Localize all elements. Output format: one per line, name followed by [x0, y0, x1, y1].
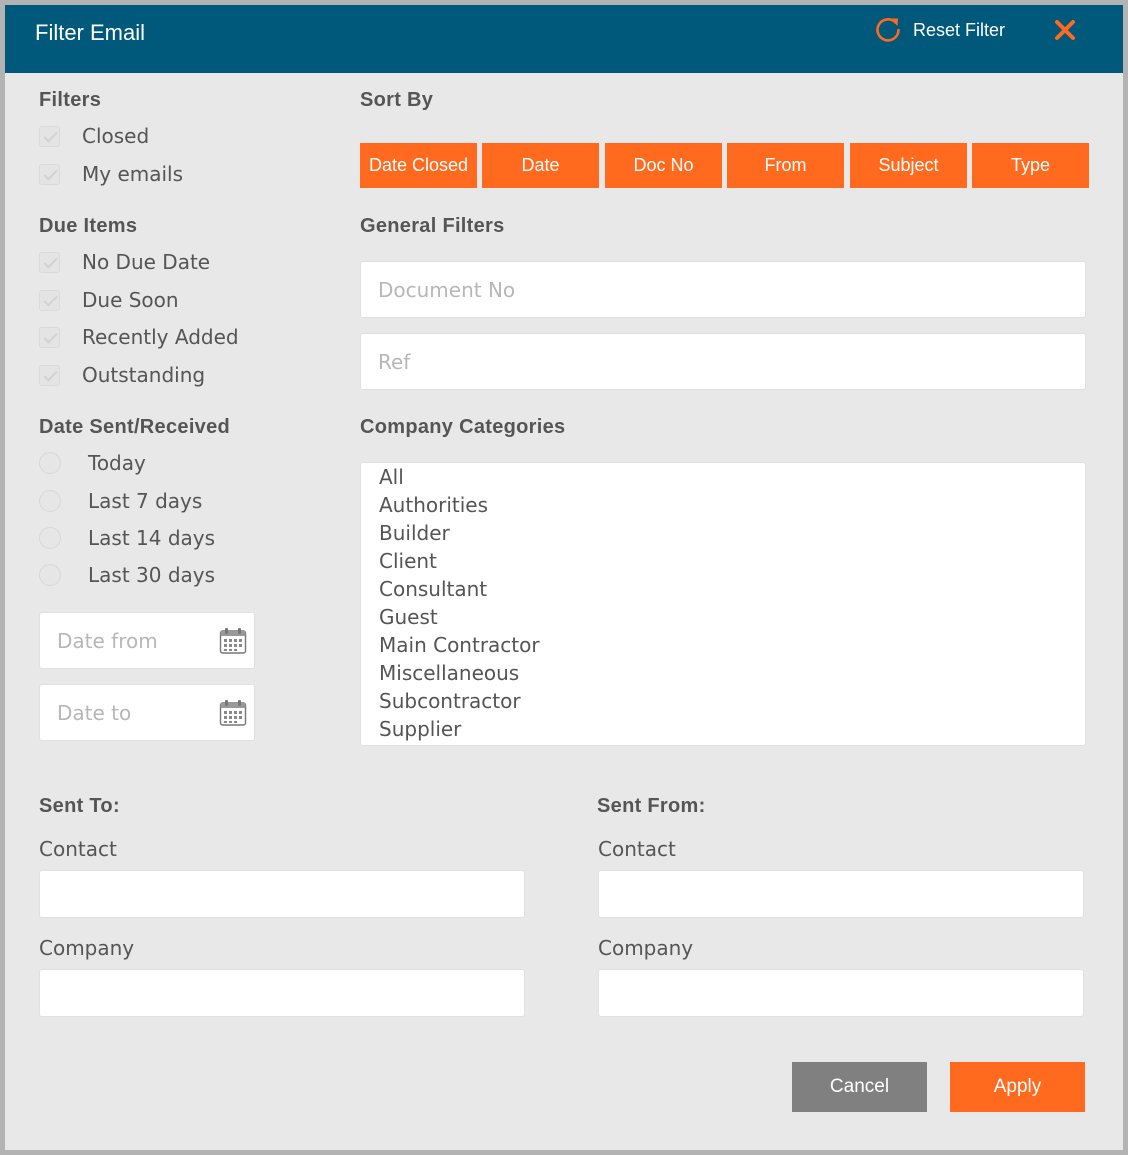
- date-last-7-option[interactable]: Last 7 days: [39, 488, 202, 514]
- due-outstanding-option[interactable]: Outstanding: [39, 362, 205, 388]
- sort-by-heading: Sort By: [360, 89, 434, 111]
- closed-checkbox[interactable]: [39, 125, 60, 147]
- outstanding-label: Outstanding: [82, 363, 206, 387]
- sort-from-button[interactable]: From: [727, 143, 844, 188]
- cancel-button[interactable]: Cancel: [792, 1062, 927, 1112]
- sent-to-contact-input[interactable]: [40, 871, 524, 917]
- sent-from-heading: Sent From:: [597, 795, 706, 817]
- sort-type-button[interactable]: Type: [972, 143, 1089, 188]
- date-last-14-option[interactable]: Last 14 days: [39, 525, 215, 551]
- category-item[interactable]: Client: [379, 547, 437, 575]
- ref-field: [360, 333, 1086, 390]
- filter-email-dialog: Filter Email Reset Filter Filters Closed…: [0, 0, 1128, 1155]
- reset-filter-button[interactable]: Reset Filter: [873, 15, 1005, 45]
- no-due-date-label: No Due Date: [82, 250, 211, 274]
- last-7-days-radio[interactable]: [39, 490, 61, 512]
- reset-filter-label: Reset Filter: [913, 19, 1006, 40]
- due-soon-checkbox[interactable]: [39, 289, 60, 311]
- sort-date-button[interactable]: Date: [482, 143, 599, 188]
- last-7-days-label: Last 7 days: [88, 489, 203, 513]
- sent-to-heading: Sent To:: [39, 795, 120, 817]
- sent-from-company-input[interactable]: [599, 970, 1083, 1016]
- apply-button[interactable]: Apply: [950, 1062, 1085, 1112]
- today-radio[interactable]: [39, 452, 61, 474]
- category-item[interactable]: Supplier: [379, 715, 461, 743]
- category-item[interactable]: Main Contractor: [379, 631, 540, 659]
- category-item[interactable]: Guest: [379, 603, 438, 631]
- filter-my-emails-option[interactable]: My emails: [39, 161, 183, 187]
- date-sent-heading: Date Sent/Received: [39, 416, 231, 438]
- general-filters-heading: General Filters: [360, 215, 505, 237]
- document-no-input[interactable]: [361, 262, 1085, 317]
- calendar-icon[interactable]: [219, 627, 247, 655]
- no-due-date-checkbox[interactable]: [39, 251, 60, 273]
- sent-to-contact-label: Contact: [39, 837, 117, 861]
- document-no-field: [360, 261, 1086, 318]
- filters-heading: Filters: [39, 89, 102, 111]
- sent-to-company-label: Company: [39, 936, 135, 960]
- due-items-heading: Due Items: [39, 215, 138, 237]
- due-soon-option[interactable]: Due Soon: [39, 287, 179, 313]
- sent-from-contact-field: [598, 870, 1084, 918]
- ref-input[interactable]: [361, 334, 1085, 389]
- category-item[interactable]: Authorities: [379, 491, 488, 519]
- category-item[interactable]: Consultant: [379, 575, 487, 603]
- sent-to-contact-field: [39, 870, 525, 918]
- category-item[interactable]: Miscellaneous: [379, 659, 519, 687]
- dialog-header: Filter Email Reset Filter: [5, 5, 1123, 73]
- sent-to-company-field: [39, 969, 525, 1017]
- recently-added-checkbox[interactable]: [39, 326, 60, 348]
- sort-date-closed-button[interactable]: Date Closed: [360, 143, 477, 188]
- close-icon[interactable]: [1054, 19, 1076, 41]
- refresh-icon: [876, 18, 900, 42]
- sort-subject-button[interactable]: Subject: [850, 143, 967, 188]
- last-30-days-label: Last 30 days: [88, 563, 216, 587]
- due-no-due-date-option[interactable]: No Due Date: [39, 249, 210, 275]
- today-label: Today: [88, 451, 146, 475]
- date-to-field: [39, 684, 255, 741]
- company-categories-list[interactable]: All Authorities Builder Client Consultan…: [360, 462, 1086, 746]
- category-item[interactable]: All: [379, 463, 404, 491]
- last-14-days-radio[interactable]: [39, 527, 61, 549]
- sent-from-company-field: [598, 969, 1084, 1017]
- calendar-icon[interactable]: [219, 699, 247, 727]
- sent-from-contact-input[interactable]: [599, 871, 1083, 917]
- last-30-days-radio[interactable]: [39, 564, 61, 586]
- due-recently-added-option[interactable]: Recently Added: [39, 324, 239, 350]
- closed-label: Closed: [82, 124, 150, 148]
- outstanding-checkbox[interactable]: [39, 364, 60, 386]
- category-item[interactable]: Builder: [379, 519, 450, 547]
- last-14-days-label: Last 14 days: [88, 526, 216, 550]
- date-today-option[interactable]: Today: [39, 450, 146, 476]
- date-from-field: [39, 612, 255, 669]
- sent-from-contact-label: Contact: [598, 837, 676, 861]
- category-item[interactable]: Subcontractor: [379, 687, 521, 715]
- due-soon-label: Due Soon: [82, 288, 179, 312]
- company-categories-heading: Company Categories: [360, 416, 566, 438]
- sent-from-company-label: Company: [598, 936, 694, 960]
- sort-doc-no-button[interactable]: Doc No: [605, 143, 722, 188]
- my-emails-checkbox[interactable]: [39, 163, 60, 185]
- my-emails-label: My emails: [82, 162, 184, 186]
- recently-added-label: Recently Added: [82, 325, 239, 349]
- filter-closed-option[interactable]: Closed: [39, 123, 149, 149]
- dialog-title: Filter Email: [35, 20, 146, 45]
- date-last-30-option[interactable]: Last 30 days: [39, 562, 215, 588]
- sent-to-company-input[interactable]: [40, 970, 524, 1016]
